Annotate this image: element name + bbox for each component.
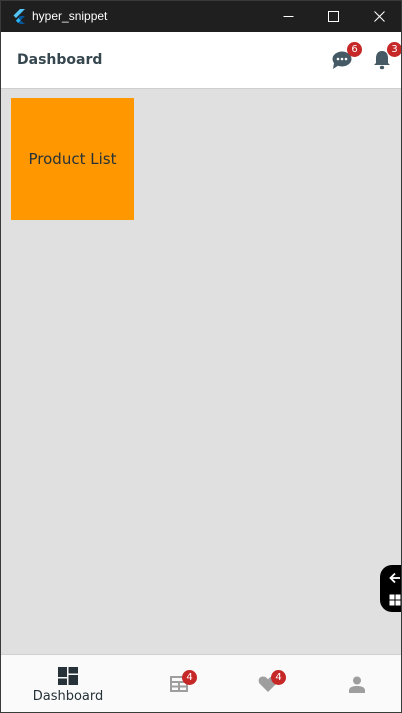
table-badge: 4 [182,670,197,685]
content-area: Product List [1,89,401,656]
nav-item-table[interactable]: 4 [129,655,229,712]
table-icon: 4 [168,670,197,694]
minimize-button[interactable] [265,1,311,32]
window-title: hyper_snippet [32,9,108,23]
nav-item-profile[interactable] [307,655,401,712]
widgets-icon[interactable] [388,593,401,607]
maximize-icon [327,11,339,22]
heart-icon: 4 [257,670,286,694]
maximize-button[interactable] [310,1,356,32]
close-icon [373,11,385,22]
nav-item-favorites[interactable]: 4 [218,655,318,712]
title-bar: hyper_snippet [1,1,401,32]
floating-side-panel[interactable] [380,565,401,612]
dashboard-icon [57,666,79,686]
person-icon [346,674,368,694]
nav-item-dashboard[interactable]: Dashboard [18,655,118,712]
arrow-left-icon[interactable] [388,571,401,585]
minimize-icon [283,16,293,17]
favorites-badge: 4 [271,670,286,685]
tile-label: Product List [28,150,117,168]
app-window: hyper_snippet Dashboard 6 3 Product List… [0,0,402,713]
nav-label-dashboard: Dashboard [32,689,104,704]
bottom-navigation: Dashboard 4 4 [1,654,401,712]
chat-badge: 6 [347,42,362,57]
app-bar: Dashboard 6 3 [1,32,401,89]
notifications-badge: 3 [387,42,401,57]
page-title: Dashboard [17,52,103,68]
product-list-tile[interactable]: Product List [11,98,134,220]
flutter-icon [11,8,27,24]
close-button[interactable] [356,1,401,32]
notifications-button[interactable]: 3 [368,42,401,74]
chat-button[interactable]: 6 [328,42,362,74]
